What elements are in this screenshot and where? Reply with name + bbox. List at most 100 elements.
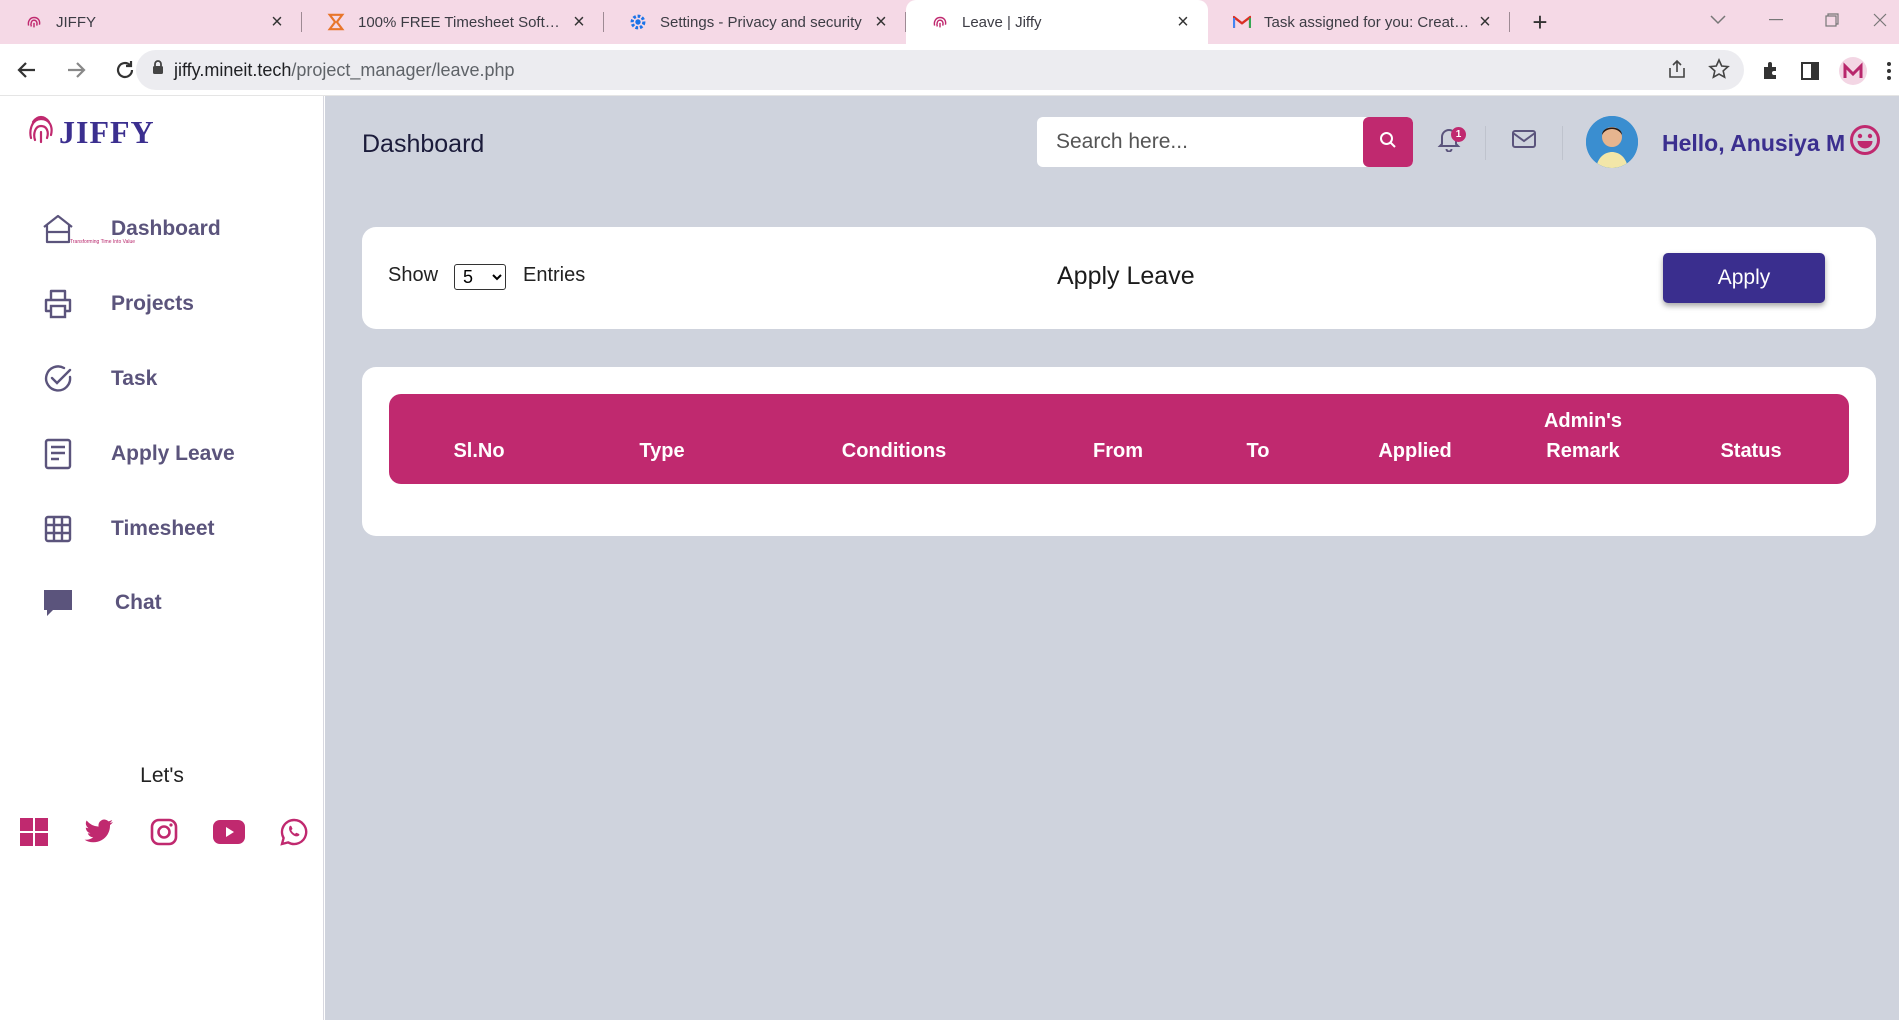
address-bar[interactable]: jiffy.mineit.tech/project_manager/leave.… bbox=[136, 50, 1744, 90]
search-icon bbox=[1379, 131, 1397, 154]
forward-icon[interactable] bbox=[58, 52, 94, 88]
document-icon bbox=[40, 436, 76, 472]
column-header-sl-no: Sl.No bbox=[453, 440, 505, 462]
tab-separator bbox=[1509, 12, 1510, 32]
search-button[interactable] bbox=[1363, 117, 1413, 167]
back-icon[interactable] bbox=[9, 52, 45, 88]
sidebar-item-label: Task bbox=[111, 367, 158, 390]
column-header-type: Type bbox=[639, 440, 685, 462]
jiffy-fingerprint-icon bbox=[24, 12, 44, 32]
tab-title: Leave | Jiffy bbox=[962, 13, 1042, 31]
sidebar-item-label: Apply Leave bbox=[111, 442, 235, 465]
window-close-icon[interactable] bbox=[1852, 0, 1899, 40]
jiffy-logo[interactable]: JIFFY bbox=[27, 114, 155, 151]
browser-toolbar: jiffy.mineit.tech/project_manager/leave.… bbox=[0, 44, 1899, 96]
browser-tab-strip: JIFFY × 100% FREE Timesheet Software × S… bbox=[0, 0, 1899, 44]
browser-tab-jiffy[interactable]: JIFFY × bbox=[0, 0, 302, 44]
header-divider bbox=[1485, 126, 1486, 160]
sidebar-item-label: Timesheet bbox=[111, 517, 215, 540]
close-icon[interactable]: × bbox=[1474, 11, 1496, 33]
printer-icon bbox=[40, 286, 76, 322]
smiley-icon bbox=[1849, 124, 1881, 161]
tab-title: Task assigned for you: Create Lan bbox=[1264, 13, 1474, 31]
notification-button[interactable]: 1 bbox=[1429, 121, 1469, 161]
url-text: jiffy.mineit.tech/project_manager/leave.… bbox=[174, 60, 515, 81]
youtube-icon[interactable] bbox=[213, 816, 245, 848]
entries-label: Entries bbox=[523, 264, 586, 286]
profile-avatar-icon[interactable] bbox=[1838, 56, 1868, 91]
browser-tab-timesheet[interactable]: 100% FREE Timesheet Software × bbox=[302, 0, 604, 44]
header-divider bbox=[1562, 126, 1563, 160]
windows-icon[interactable] bbox=[18, 816, 50, 848]
column-header-to: To bbox=[1246, 440, 1270, 462]
lock-icon[interactable] bbox=[152, 60, 164, 80]
mail-icon bbox=[1511, 129, 1537, 154]
check-circle-icon bbox=[40, 361, 76, 397]
notification-badge: 1 bbox=[1451, 127, 1466, 142]
side-panel-icon[interactable] bbox=[1800, 61, 1820, 86]
tab-title: Settings - Privacy and security bbox=[660, 13, 862, 31]
url-path: /project_manager/leave.php bbox=[291, 59, 515, 80]
browser-tab-settings[interactable]: Settings - Privacy and security × bbox=[604, 0, 906, 44]
sidebar-item-chat[interactable]: Chat bbox=[40, 578, 310, 628]
logo-text: JIFFY bbox=[59, 114, 155, 150]
extensions-puzzle-icon[interactable] bbox=[1760, 60, 1782, 87]
gmail-icon bbox=[1232, 12, 1252, 32]
close-icon[interactable]: × bbox=[870, 11, 892, 33]
lets-connect-text: Let's bbox=[140, 764, 184, 787]
browser-menu-icon[interactable] bbox=[1886, 61, 1892, 86]
jiffy-fingerprint-icon bbox=[27, 114, 55, 151]
timesheet-hourglass-icon bbox=[326, 12, 346, 32]
close-icon[interactable]: × bbox=[568, 11, 590, 33]
column-header-admin-remark: Admin's Remark bbox=[1543, 410, 1623, 462]
whatsapp-icon[interactable] bbox=[278, 816, 310, 848]
grid-icon bbox=[40, 511, 76, 547]
tab-title: JIFFY bbox=[56, 13, 96, 31]
close-icon[interactable]: × bbox=[1172, 11, 1194, 33]
browser-tab-leave[interactable]: Leave | Jiffy × bbox=[906, 0, 1208, 44]
show-label: Show bbox=[388, 264, 439, 286]
apply-leave-title: Apply Leave bbox=[1057, 262, 1195, 290]
main-content: Dashboard 1 Hello, Anusiya M Show 5 Entr… bbox=[325, 96, 1899, 1020]
close-icon[interactable]: × bbox=[266, 11, 288, 33]
sidebar-item-task[interactable]: Task bbox=[40, 354, 310, 404]
mail-button[interactable] bbox=[1504, 121, 1544, 161]
apply-leave-card: Show 5 Entries Apply Leave Apply bbox=[362, 227, 1876, 329]
page-title: Dashboard bbox=[362, 130, 485, 158]
browser-tab-gmail[interactable]: Task assigned for you: Create Lan × bbox=[1208, 0, 1510, 44]
avatar[interactable] bbox=[1586, 116, 1638, 168]
tab-search-chevron-icon[interactable] bbox=[1690, 0, 1746, 40]
column-header-status: Status bbox=[1720, 440, 1782, 462]
instagram-icon[interactable] bbox=[148, 816, 180, 848]
sidebar-item-label: Chat bbox=[115, 591, 162, 614]
sidebar: JIFFY Transforming Time Into Value Dashb… bbox=[0, 96, 324, 1020]
search-box bbox=[1037, 117, 1413, 167]
sidebar-item-apply-leave[interactable]: Apply Leave bbox=[40, 429, 310, 479]
column-header-conditions: Conditions bbox=[841, 440, 947, 462]
sidebar-item-projects[interactable]: Projects bbox=[40, 279, 310, 329]
sidebar-item-label: Dashboard bbox=[111, 217, 221, 240]
chat-icon bbox=[40, 585, 76, 621]
greeting-text: Hello, Anusiya M bbox=[1662, 130, 1846, 156]
bookmark-star-icon[interactable] bbox=[1708, 58, 1730, 85]
url-host: jiffy.mineit.tech bbox=[174, 59, 292, 80]
share-icon[interactable] bbox=[1666, 58, 1688, 85]
column-header-applied: Applied bbox=[1378, 440, 1452, 462]
sidebar-item-label: Projects bbox=[111, 292, 194, 315]
column-header-from: From bbox=[1093, 440, 1143, 462]
twitter-icon[interactable] bbox=[83, 816, 115, 848]
apply-button[interactable]: Apply bbox=[1663, 253, 1825, 303]
home-icon bbox=[40, 211, 76, 247]
settings-gear-icon bbox=[628, 12, 648, 32]
entries-select[interactable]: 5 bbox=[454, 264, 506, 290]
jiffy-fingerprint-icon bbox=[930, 12, 950, 32]
leave-table-header: Sl.No Type Conditions From To Applied Ad… bbox=[389, 394, 1849, 484]
search-input[interactable] bbox=[1037, 117, 1363, 167]
sidebar-item-dashboard[interactable]: Dashboard bbox=[40, 204, 310, 254]
leave-table-card: Sl.No Type Conditions From To Applied Ad… bbox=[362, 367, 1876, 536]
tab-title: 100% FREE Timesheet Software bbox=[358, 13, 568, 31]
new-tab-button[interactable]: + bbox=[1518, 0, 1562, 44]
social-links bbox=[18, 816, 310, 848]
minimize-icon[interactable] bbox=[1748, 0, 1804, 40]
sidebar-item-timesheet[interactable]: Timesheet bbox=[40, 504, 310, 554]
